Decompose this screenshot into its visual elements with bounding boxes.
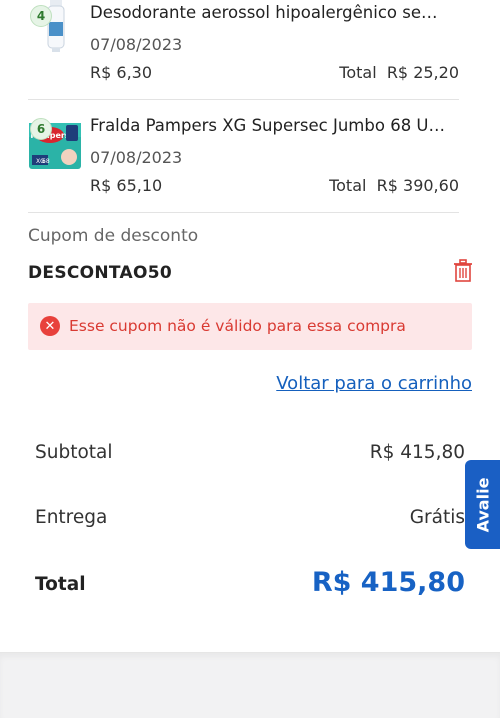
coupon-error-message: Esse cupom não é válido para essa compra	[69, 317, 406, 335]
checkout-summary-card: 4 Desodorante aerossol hipoalergênico se…	[0, 0, 500, 652]
order-total-value: R$ 415,80	[311, 567, 465, 598]
trash-icon	[454, 259, 472, 282]
close-circle-icon: ✕	[40, 316, 60, 336]
quantity-badge: 6	[30, 118, 52, 140]
back-to-cart-link[interactable]: Voltar para o carrinho	[276, 373, 472, 394]
unit-price: R$ 65,10	[90, 176, 163, 195]
product-thumbnail: 6 Pampers XG 68	[28, 113, 83, 173]
coupon-code: DESCONTAO50	[28, 263, 172, 283]
subtotal-value: R$ 415,80	[369, 442, 465, 463]
coupon-error-alert: ✕ Esse cupom não é válido para essa comp…	[28, 303, 472, 350]
product-name[interactable]: Desodorante aerossol hipoalergênico se…	[90, 3, 450, 22]
pack-count-text: 68	[42, 158, 50, 165]
cart-item: 4 Desodorante aerossol hipoalergênico se…	[28, 0, 459, 100]
remove-coupon-button[interactable]	[452, 259, 474, 283]
subtotal-label: Subtotal	[35, 442, 113, 463]
delivery-value: Grátis	[409, 507, 465, 528]
item-total: Total R$ 390,60	[329, 176, 459, 195]
feedback-tab-label: Avalie	[473, 477, 492, 532]
feedback-tab-button[interactable]: Avalie	[465, 460, 500, 549]
item-total-label: Total	[329, 176, 367, 195]
item-total-value: R$ 390,60	[376, 176, 459, 195]
item-total-label: Total	[339, 63, 377, 82]
unit-price: R$ 6,30	[90, 63, 153, 82]
item-total: Total R$ 25,20	[339, 63, 459, 82]
delivery-label: Entrega	[35, 507, 108, 528]
coupon-label: Cupom de desconto	[28, 226, 199, 246]
order-date: 07/08/2023	[90, 35, 183, 54]
order-total-label: Total	[35, 574, 86, 595]
divider	[28, 99, 459, 100]
quantity-badge: 4	[30, 5, 52, 27]
item-total-value: R$ 25,20	[386, 63, 459, 82]
product-thumbnail: 4	[28, 0, 83, 60]
product-name[interactable]: Fralda Pampers XG Supersec Jumbo 68 U…	[90, 116, 450, 135]
order-date: 07/08/2023	[90, 148, 183, 167]
page-footer-background	[0, 652, 500, 718]
divider	[28, 212, 459, 213]
cart-item: 6 Pampers XG 68 Fralda Pampers XG Supers…	[28, 101, 459, 213]
